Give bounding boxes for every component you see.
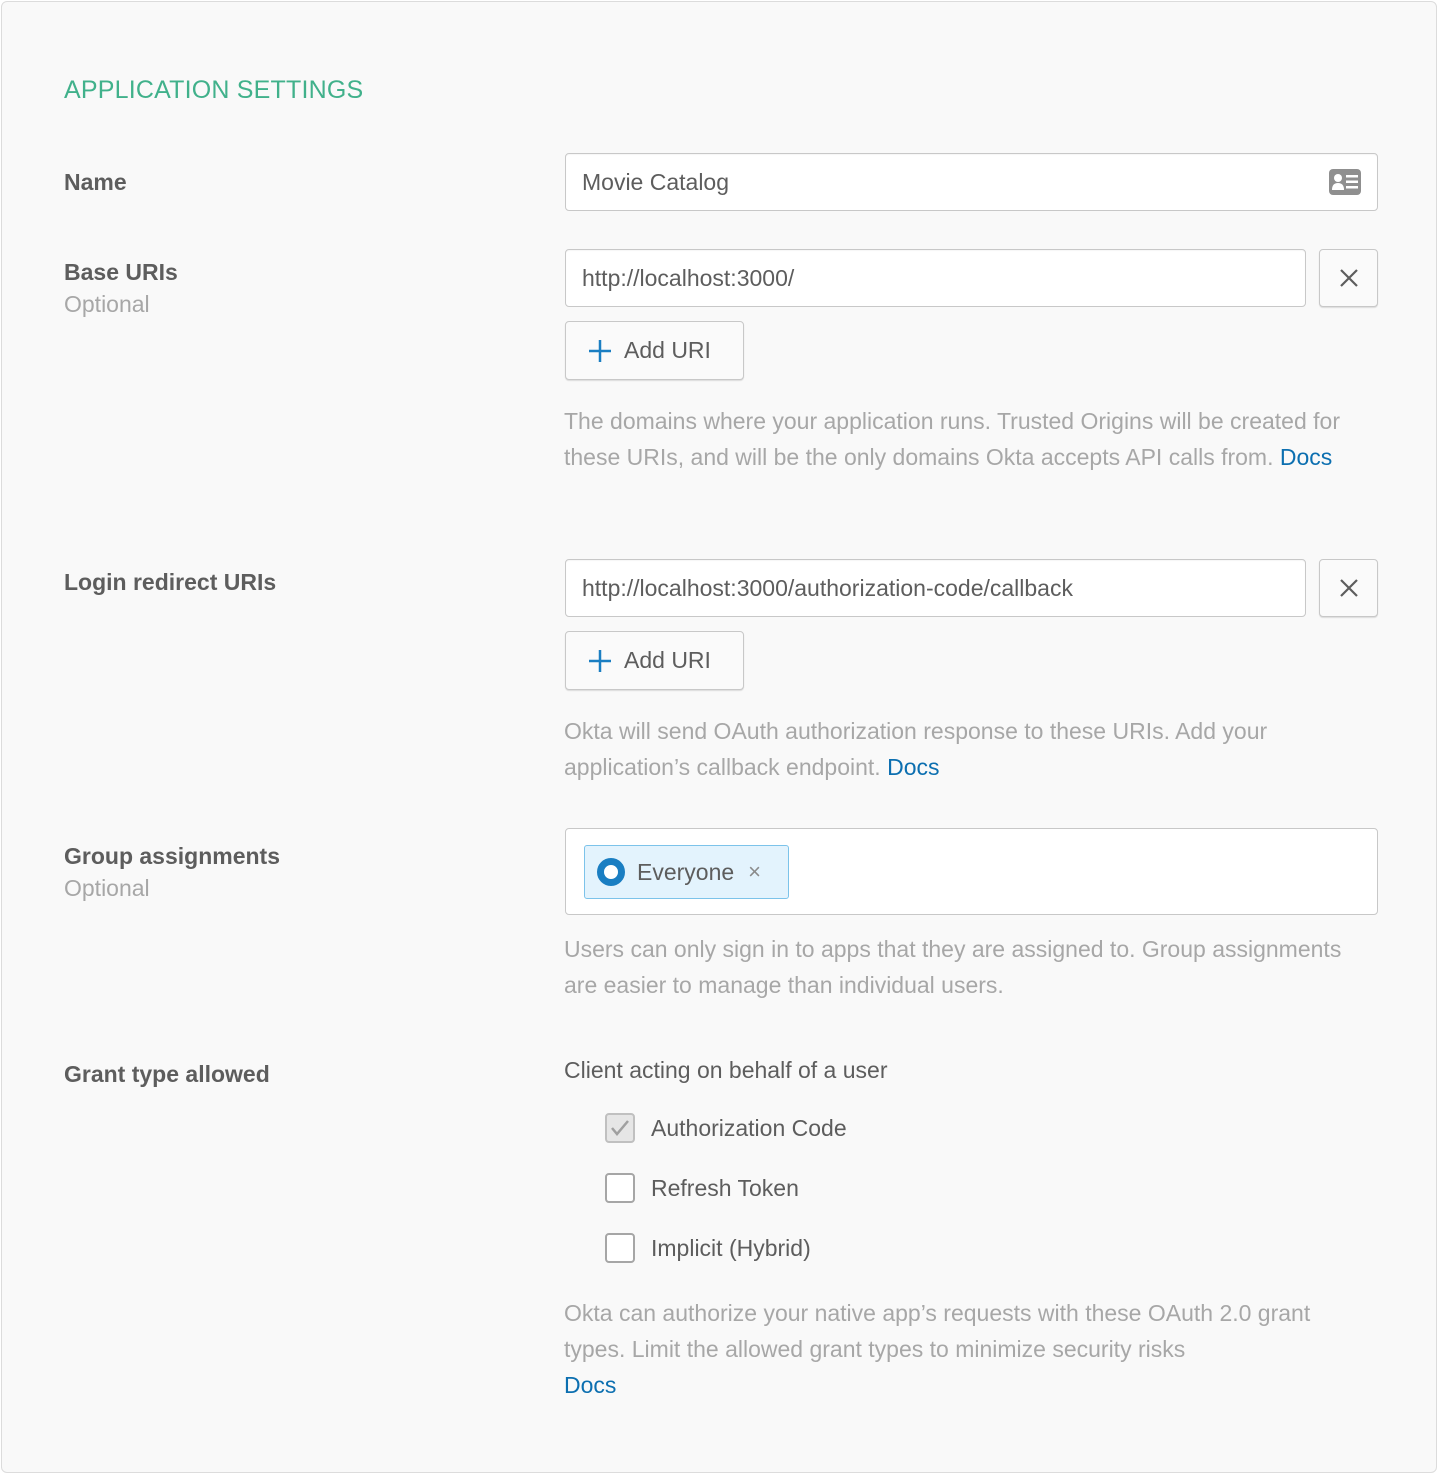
login-redirect-uris-docs-link[interactable]: Docs <box>887 754 939 780</box>
implicit-hybrid-checkbox[interactable] <box>605 1233 635 1263</box>
remove-tag-icon[interactable]: × <box>748 859 761 885</box>
grant-type-help-text: Okta can authorize your native app’s req… <box>564 1300 1311 1362</box>
name-value: Movie Catalog <box>582 168 730 195</box>
refresh-token-checkbox[interactable] <box>605 1173 635 1203</box>
add-login-redirect-uri-button[interactable]: Add URI <box>565 631 744 690</box>
grant-type-label: Grant type allowed <box>64 1061 270 1087</box>
add-login-redirect-uri-label: Add URI <box>624 647 711 673</box>
base-uri-input[interactable]: http://localhost:3000/ <box>565 249 1306 307</box>
authorization-code-label: Authorization Code <box>651 1114 847 1141</box>
base-uri-value: http://localhost:3000/ <box>582 264 795 291</box>
grant-option-refresh-token: Refresh Token <box>605 1173 799 1203</box>
name-input[interactable]: Movie Catalog <box>565 153 1378 211</box>
grant-type-docs-link[interactable]: Docs <box>564 1372 616 1398</box>
grant-option-authorization-code: Authorization Code <box>605 1113 847 1143</box>
base-uris-optional: Optional <box>64 291 150 317</box>
close-icon <box>1339 268 1359 288</box>
group-tag: Everyone × <box>584 845 789 899</box>
group-assignments-help: Users can only sign in to apps that they… <box>564 936 1342 998</box>
group-assignments-input[interactable]: Everyone × <box>565 828 1378 915</box>
base-uris-help: The domains where your application runs.… <box>564 403 1364 475</box>
login-redirect-uris-label: Login redirect URIs <box>64 569 277 595</box>
plus-icon <box>588 649 612 673</box>
section-title: APPLICATION SETTINGS <box>64 76 364 104</box>
authorization-code-checkbox[interactable] <box>605 1113 635 1143</box>
refresh-token-label: Refresh Token <box>651 1174 799 1201</box>
grant-type-subheading: Client acting on behalf of a user <box>564 1057 888 1083</box>
login-redirect-uris-help: Okta will send OAuth authorization respo… <box>564 713 1364 785</box>
remove-base-uri-button[interactable] <box>1319 249 1378 307</box>
group-assignments-label: Group assignments <box>64 843 280 869</box>
base-uris-help-text: The domains where your application runs.… <box>564 408 1340 470</box>
close-icon <box>1339 578 1359 598</box>
add-base-uri-label: Add URI <box>624 337 711 363</box>
add-base-uri-button[interactable]: Add URI <box>565 321 744 380</box>
base-uris-docs-link[interactable]: Docs <box>1280 444 1332 470</box>
grant-type-help: Okta can authorize your native app’s req… <box>564 1295 1354 1403</box>
application-settings-panel: APPLICATION SETTINGS Name Movie Catalog … <box>1 1 1437 1473</box>
implicit-hybrid-label: Implicit (Hybrid) <box>651 1234 811 1261</box>
base-uris-label: Base URIs <box>64 259 178 285</box>
grant-option-implicit-hybrid: Implicit (Hybrid) <box>605 1233 811 1263</box>
login-redirect-uri-input[interactable]: http://localhost:3000/authorization-code… <box>565 559 1306 617</box>
contact-card-icon <box>1329 169 1361 195</box>
plus-icon <box>588 339 612 363</box>
group-assignments-optional: Optional <box>64 875 150 901</box>
check-icon <box>611 1120 629 1136</box>
group-tag-label: Everyone <box>637 858 735 885</box>
login-redirect-uri-value: http://localhost:3000/authorization-code… <box>582 574 1073 601</box>
name-label: Name <box>64 169 127 195</box>
remove-login-redirect-uri-button[interactable] <box>1319 559 1378 617</box>
group-icon <box>597 858 625 886</box>
